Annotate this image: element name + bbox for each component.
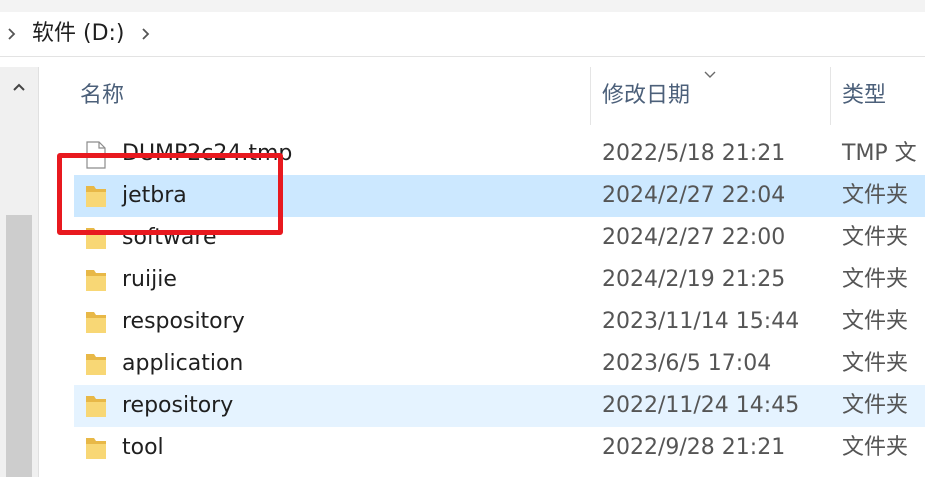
breadcrumb: 软件 (D:) [0, 12, 925, 57]
scroll-up-arrow-icon[interactable] [0, 67, 38, 107]
folder-icon [84, 225, 108, 251]
file-icon [84, 141, 108, 169]
file-name[interactable]: respository [122, 301, 245, 343]
file-name[interactable]: jetbra [122, 175, 187, 217]
folder-row[interactable]: tool 2022/9/28 21:21 文件夹 [74, 427, 925, 469]
file-type: 文件夹 [842, 393, 909, 418]
file-date: 2024/2/27 22:04 [602, 183, 786, 208]
column-header-type[interactable]: 类型 [842, 67, 886, 125]
file-date: 2022/9/28 21:21 [602, 435, 786, 460]
folder-icon [84, 351, 108, 377]
file-type: 文件夹 [842, 183, 909, 208]
file-date: 2024/2/19 21:25 [602, 267, 786, 292]
folder-row-selected[interactable]: jetbra 2024/2/27 22:04 文件夹 [74, 175, 925, 217]
file-type: 文件夹 [842, 351, 909, 376]
file-date: 2024/2/27 22:00 [602, 225, 786, 250]
file-type: 文件夹 [842, 309, 909, 334]
column-divider[interactable] [590, 67, 591, 125]
column-header-date-modified[interactable]: 修改日期 [602, 67, 690, 125]
file-date: 2023/6/5 17:04 [602, 351, 772, 376]
folder-row-hover[interactable]: repository 2022/11/24 14:45 文件夹 [74, 385, 925, 427]
navigation-pane-scrollbar[interactable] [0, 67, 39, 477]
column-header-name[interactable]: 名称 [80, 67, 124, 125]
file-type: 文件夹 [842, 267, 909, 292]
scroll-thumb[interactable] [6, 215, 32, 477]
folder-icon [84, 309, 108, 335]
file-explorer-window: 软件 (D:) 名称 修改日期 类型 DUMP2c24.tmp 2022/5/1… [0, 0, 925, 477]
folder-icon [84, 267, 108, 293]
file-name[interactable]: application [122, 343, 243, 385]
folder-icon [84, 393, 108, 419]
file-type: 文件夹 [842, 435, 909, 460]
file-name[interactable]: DUMP2c24.tmp [122, 133, 292, 175]
file-type: 文件夹 [842, 225, 909, 250]
sort-descending-chevron-icon [704, 71, 716, 78]
file-date: 2022/11/24 14:45 [602, 393, 800, 418]
file-row[interactable]: DUMP2c24.tmp 2022/5/18 21:21 TMP 文 [74, 133, 925, 175]
file-type: TMP 文 [842, 141, 917, 166]
file-list: DUMP2c24.tmp 2022/5/18 21:21 TMP 文 jetbr… [74, 133, 925, 469]
file-name[interactable]: repository [122, 385, 233, 427]
folder-row[interactable]: software 2024/2/27 22:00 文件夹 [74, 217, 925, 259]
breadcrumb-expand-chevron-icon[interactable] [138, 12, 154, 56]
column-divider[interactable] [830, 67, 831, 125]
folder-row[interactable]: ruijie 2024/2/19 21:25 文件夹 [74, 259, 925, 301]
folder-row[interactable]: application 2023/6/5 17:04 文件夹 [74, 343, 925, 385]
breadcrumb-chevron-right-icon[interactable] [4, 12, 20, 56]
breadcrumb-location[interactable]: 软件 (D:) [32, 12, 125, 56]
file-name[interactable]: software [122, 217, 216, 259]
folder-icon [84, 435, 108, 461]
file-date: 2023/11/14 15:44 [602, 309, 800, 334]
folder-icon [84, 183, 108, 209]
file-name[interactable]: ruijie [122, 259, 177, 301]
file-date: 2022/5/18 21:21 [602, 141, 786, 166]
folder-row[interactable]: respository 2023/11/14 15:44 文件夹 [74, 301, 925, 343]
file-name[interactable]: tool [122, 427, 164, 469]
